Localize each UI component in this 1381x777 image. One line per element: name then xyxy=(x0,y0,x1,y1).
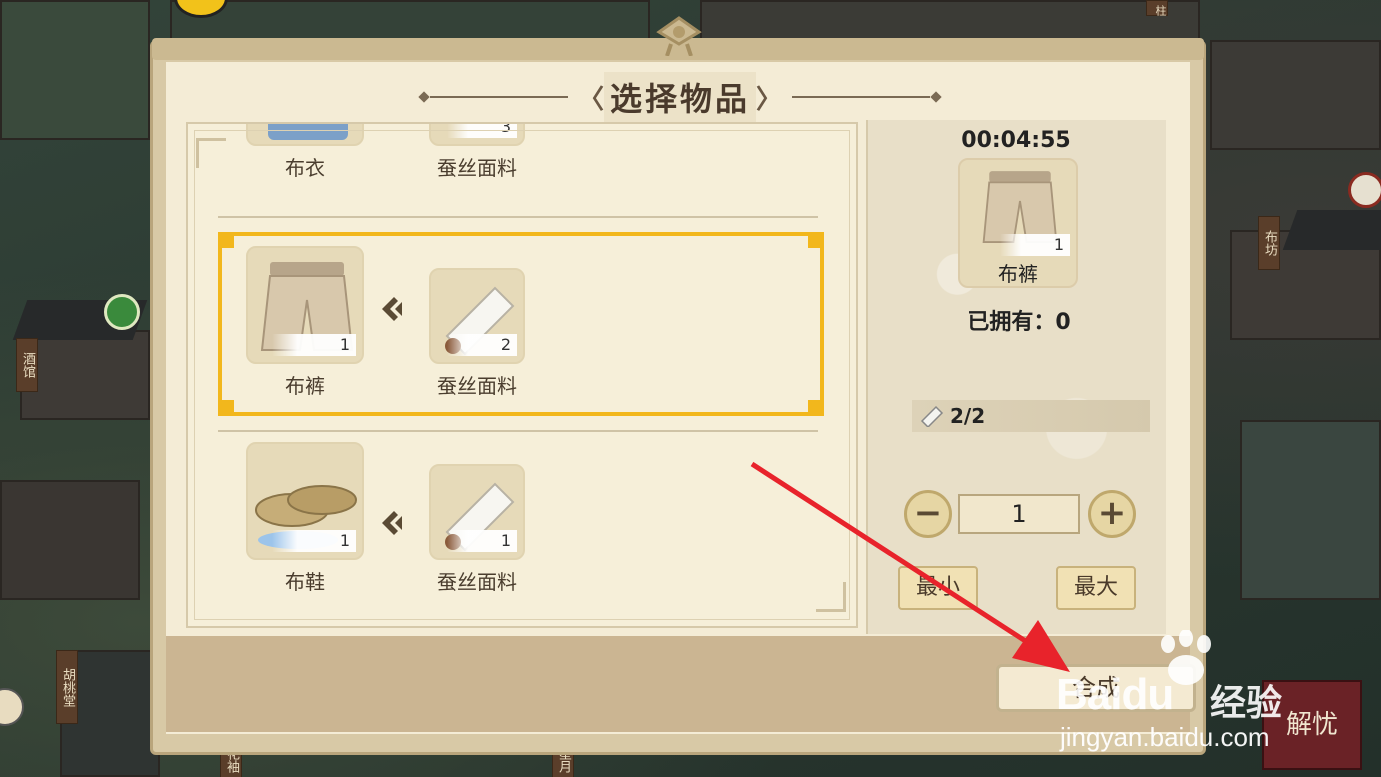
material-quantity: 2/2 xyxy=(950,404,986,428)
chevron-left-icon xyxy=(382,297,402,321)
material-name: 蚕丝面料 xyxy=(437,374,517,398)
world-sign-cloth-shop[interactable]: 布坊 xyxy=(1258,216,1280,270)
owned-count: 已拥有：0 xyxy=(866,304,1172,336)
product-name: 布裤 xyxy=(285,374,325,398)
side-round-button[interactable] xyxy=(0,688,24,726)
selected-item-name: 布裤 xyxy=(998,262,1038,286)
title-ornament-right-icon: 〉 xyxy=(756,84,783,115)
modal-title: 选择物品 xyxy=(604,72,757,122)
modal-header: 〈 选择物品 〉 xyxy=(420,70,940,124)
silk-fabric-icon: 1 xyxy=(429,464,525,560)
list-item[interactable]: 1 布鞋 1 蚕丝面料 xyxy=(228,442,828,622)
upgrade-arrow-icon[interactable] xyxy=(104,294,140,330)
material-name: 蚕丝面料 xyxy=(437,570,517,594)
shirt-shape xyxy=(268,124,348,140)
silk-fabric-icon: 3 xyxy=(429,124,525,146)
world-building xyxy=(0,0,150,140)
world-building xyxy=(0,480,140,600)
chevron-left-icon xyxy=(382,511,402,535)
owned-label: 已拥有： xyxy=(967,310,1056,335)
material-count: 3 xyxy=(447,124,517,138)
recipe-list[interactable]: 布衣 3 蚕丝面料 1 布裤 2 蚕丝面料 1 布鞋 1 蚕丝面料 xyxy=(186,122,858,628)
selection-corner xyxy=(808,400,824,416)
alert-icon[interactable] xyxy=(1348,172,1381,208)
world-building xyxy=(170,0,650,40)
max-button[interactable]: 最大 xyxy=(1056,566,1136,610)
world-sign-pillar[interactable]: 柱 xyxy=(1146,0,1168,16)
corner-action-button[interactable]: 解忧 xyxy=(1262,680,1362,770)
world-roof xyxy=(1282,210,1381,250)
increase-button[interactable]: + xyxy=(1088,490,1136,538)
product-count: 1 xyxy=(272,530,356,552)
selection-corner xyxy=(808,232,824,248)
product-name: 布衣 xyxy=(285,156,325,180)
product-name: 布鞋 xyxy=(285,570,325,594)
material-count: 1 xyxy=(447,530,517,552)
list-item-selected[interactable]: 1 布裤 2 蚕丝面料 xyxy=(218,232,828,416)
material-slot[interactable]: 1 蚕丝面料 xyxy=(418,464,536,595)
cloth-pants-icon: 1 xyxy=(246,246,364,364)
list-item[interactable]: 布衣 3 蚕丝面料 xyxy=(228,124,828,208)
selection-corner xyxy=(218,232,234,248)
silk-fabric-icon: 2 xyxy=(429,268,525,364)
world-sign-walnut-hall[interactable]: 胡桃堂 xyxy=(56,650,78,724)
product-slot[interactable]: 1 布裤 xyxy=(246,246,364,399)
silk-fabric-icon xyxy=(920,405,944,427)
world-building xyxy=(1210,40,1381,150)
world-building xyxy=(1240,420,1381,600)
cloth-shirt-icon xyxy=(246,124,364,146)
material-slot[interactable]: 3 蚕丝面料 xyxy=(418,124,536,181)
material-name: 蚕丝面料 xyxy=(437,156,517,180)
title-ornament-left-icon: 〈 xyxy=(577,84,604,115)
row-divider xyxy=(218,430,818,432)
title-divider-left xyxy=(430,96,568,98)
title-divider-right xyxy=(792,96,931,98)
craft-button[interactable]: 合成 xyxy=(996,664,1196,712)
world-building xyxy=(20,330,150,420)
material-requirement: 2/2 xyxy=(912,400,1150,432)
decrease-button[interactable]: − xyxy=(904,490,952,538)
owned-value: 0 xyxy=(1055,310,1071,335)
world-building xyxy=(700,0,1200,40)
product-slot[interactable]: 布衣 xyxy=(246,124,364,181)
corner-ornament-icon xyxy=(196,138,226,168)
cloth-shoes-icon: 1 xyxy=(246,442,364,560)
world-sign-tavern[interactable]: 酒馆 xyxy=(16,338,38,392)
material-slot[interactable]: 2 蚕丝面料 xyxy=(418,268,536,399)
quantity-field[interactable]: 1 xyxy=(958,494,1080,534)
product-slot[interactable]: 1 布鞋 xyxy=(246,442,364,595)
selected-item-count: 1 xyxy=(1000,234,1070,256)
row-divider xyxy=(218,216,818,218)
selection-corner xyxy=(218,400,234,416)
craft-timer: 00:04:55 xyxy=(961,128,1071,153)
material-count: 2 xyxy=(447,334,517,356)
min-button[interactable]: 最小 xyxy=(898,566,978,610)
product-count: 1 xyxy=(272,334,356,356)
knot-ornament-icon xyxy=(656,16,702,56)
